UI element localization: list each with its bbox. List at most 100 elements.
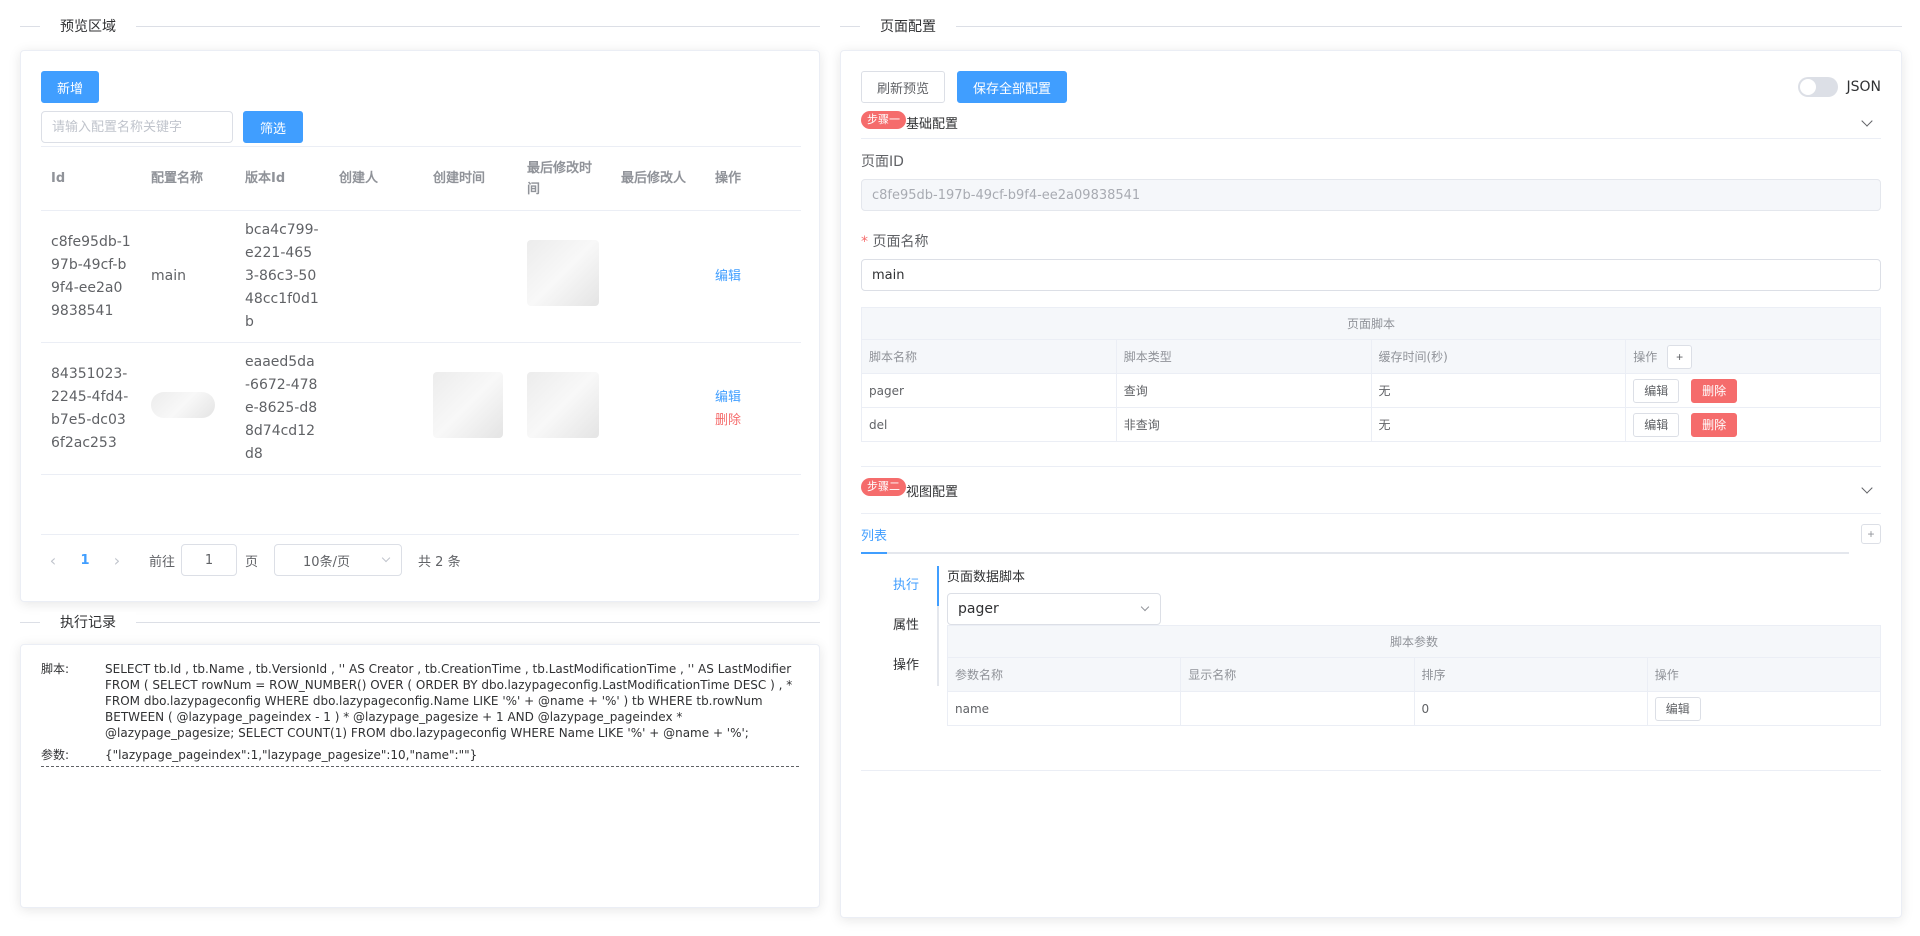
side-tab-properties[interactable]: 属性	[861, 614, 937, 654]
delete-link[interactable]: 删除	[715, 413, 741, 428]
add-view-button[interactable]: +	[1861, 524, 1881, 544]
search-input[interactable]	[41, 111, 233, 143]
edit-script-button[interactable]: 编辑	[1633, 378, 1680, 403]
log-params-row: 参数: {"lazypage_pageindex":1,"lazypage_pa…	[41, 747, 799, 763]
col-created: 创建时间	[423, 146, 517, 211]
row-version: bca4c799-e221-4653-86c3-5048cc1f0d1b	[235, 210, 329, 343]
prev-page-icon[interactable]: ‹	[41, 551, 65, 570]
data-script-value: pager	[958, 601, 999, 617]
config-divider: 页面配置	[840, 10, 1902, 42]
table-row: c8fe95db-197b-49cf-b9f4-ee2a09838541 mai…	[41, 210, 801, 343]
next-page-icon[interactable]: ›	[105, 551, 129, 570]
step1-title: 基础配置	[906, 117, 959, 132]
edit-link[interactable]: 编辑	[715, 269, 741, 284]
row-id: c8fe95db-197b-49cf-b9f4-ee2a09838541	[41, 210, 141, 343]
page-size-value: 10条/页	[303, 554, 350, 570]
log-entry: 脚本: SELECT tb.Id , tb.Name , tb.VersionI…	[41, 661, 799, 767]
step2-badge: 步骤二	[861, 478, 906, 496]
data-script-select[interactable]: pager	[947, 593, 1161, 625]
filter-button[interactable]: 筛选	[243, 111, 303, 143]
config-toolbar: 刷新预览 保存全部配置 JSON	[861, 71, 1881, 103]
param-display	[1180, 691, 1415, 726]
row-actions: 编辑	[705, 210, 801, 343]
execute-panel: 页面数据脚本 pager 脚本参数 参数名称 显示名称 排序 操作 name 0…	[939, 566, 1882, 726]
tab-list[interactable]: 列表	[861, 525, 888, 554]
log-card: 脚本: SELECT tb.Id , tb.Name , tb.VersionI…	[20, 644, 820, 908]
scripts-caption: 页面脚本	[861, 307, 1881, 340]
page-id-label: 页面ID	[861, 154, 904, 170]
redacted-block	[433, 371, 503, 438]
row-name: main	[141, 210, 235, 343]
edit-param-button[interactable]: 编辑	[1654, 696, 1701, 721]
script-actions: 编辑 删除	[1625, 407, 1881, 442]
log-divider: 执行记录	[20, 606, 820, 638]
redacted-block	[527, 239, 599, 306]
row-id: 84351023-2245-4fd4-b7e5-dc036f2ac253	[41, 342, 141, 475]
script-name: del	[861, 407, 1117, 442]
chevron-down-icon[interactable]	[1861, 482, 1873, 494]
col-id: Id	[41, 146, 141, 211]
row-version: eaaed5da-6672-478e-8625-d88d74cd12d8	[235, 342, 329, 475]
chevron-down-icon	[381, 553, 391, 563]
config-card: 刷新预览 保存全部配置 JSON 步骤一 基础配置 页面ID c8fe95db-…	[840, 50, 1902, 918]
step2-title: 视图配置	[906, 484, 959, 500]
table-row: del 非查询 无 编辑 删除	[861, 407, 1881, 442]
col-name: 配置名称	[141, 146, 235, 211]
col-creator: 创建人	[329, 146, 423, 211]
data-script-label: 页面数据脚本	[947, 570, 1026, 585]
scripts-table: 页面脚本 脚本名称 脚本类型 缓存时间(秒) 操作 + pager 查询 无 编…	[861, 307, 1881, 442]
page-name-label: 页面名称	[872, 234, 929, 250]
search-bar: 筛选	[41, 111, 799, 143]
pagination: ‹ 1 › 前往 页 10条/页 共 2 条	[41, 534, 799, 576]
json-label: JSON	[1846, 79, 1881, 95]
view-tab-bar: 列表	[861, 522, 1849, 554]
param-order: 0	[1413, 691, 1648, 726]
delete-script-button[interactable]: 删除	[1691, 412, 1738, 437]
row-created	[423, 342, 517, 475]
col-script-type: 脚本类型	[1115, 339, 1372, 374]
json-toggle[interactable]	[1798, 77, 1839, 97]
total-count: 共 2 条	[418, 554, 461, 570]
delete-script-button[interactable]: 删除	[1691, 378, 1738, 403]
page-size-select[interactable]: 10条/页	[274, 544, 403, 576]
params-caption: 脚本参数	[947, 625, 1881, 658]
edit-link[interactable]: 编辑	[715, 390, 741, 405]
preview-divider: 预览区域	[20, 10, 820, 42]
side-tab-execute[interactable]: 执行	[861, 574, 937, 614]
page-id-field: c8fe95db-197b-49cf-b9f4-ee2a09838541	[861, 179, 1881, 211]
chevron-down-icon[interactable]	[1861, 114, 1873, 127]
add-button[interactable]: 新增	[41, 71, 100, 103]
script-actions: 编辑 删除	[1625, 373, 1881, 408]
log-script-label: 脚本:	[41, 662, 70, 676]
row-name	[141, 342, 235, 475]
edit-script-button[interactable]: 编辑	[1633, 412, 1680, 437]
log-script-row: 脚本: SELECT tb.Id , tb.Name , tb.VersionI…	[41, 661, 799, 741]
param-actions: 编辑	[1646, 691, 1882, 726]
page-number[interactable]: 1	[65, 553, 105, 568]
side-tab-actions[interactable]: 操作	[861, 654, 937, 694]
redacted-block	[151, 391, 215, 418]
row-modified	[517, 342, 611, 475]
row-modifier	[611, 210, 705, 343]
config-title: 页面配置	[860, 16, 956, 36]
step1-header[interactable]: 步骤一 基础配置	[861, 107, 1881, 139]
config-column: 页面配置 刷新预览 保存全部配置 JSON 步骤一 基础配置 页面ID c8fe…	[840, 10, 1902, 918]
refresh-preview-button[interactable]: 刷新预览	[861, 71, 946, 103]
page-name-label-row: * 页面名称	[861, 231, 1881, 251]
row-actions: 编辑 删除	[705, 342, 801, 475]
page-name-input[interactable]	[861, 259, 1881, 291]
add-script-button[interactable]: +	[1667, 344, 1693, 369]
side-tabs: 执行 属性 操作	[861, 566, 939, 686]
save-all-button[interactable]: 保存全部配置	[957, 71, 1068, 103]
col-script-actions: 操作 +	[1625, 339, 1881, 374]
step2-header[interactable]: 步骤二 视图配置	[861, 466, 1881, 514]
goto-input[interactable]	[181, 544, 238, 576]
required-mark: *	[861, 234, 868, 250]
view-tabs: 列表 +	[861, 522, 1881, 554]
log-params-label: 参数:	[41, 748, 70, 762]
params-table: 脚本参数 参数名称 显示名称 排序 操作 name 0 编辑	[946, 625, 1882, 726]
script-cache: 无	[1370, 407, 1627, 442]
table-header: Id 配置名称 版本Id 创建人 创建时间 最后修改时间 最后修改人 操作	[41, 146, 801, 211]
view-bottom-divider	[861, 770, 1881, 771]
preview-title: 预览区域	[40, 16, 136, 36]
